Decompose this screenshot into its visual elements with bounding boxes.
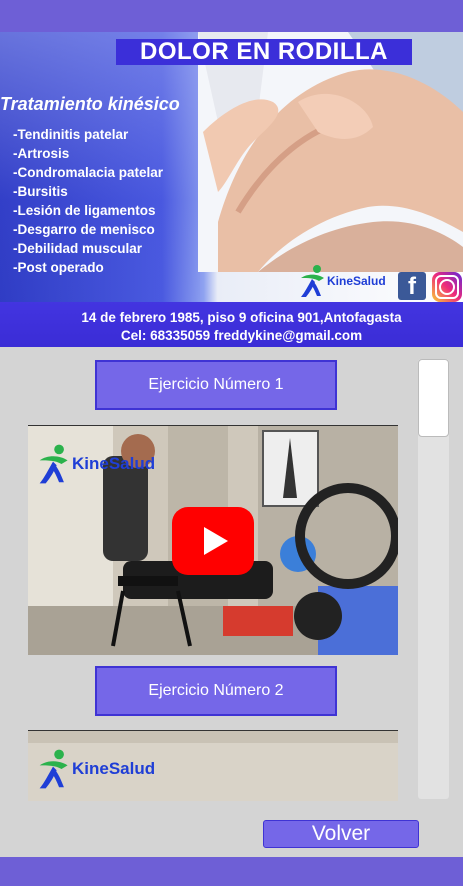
exercise-1-video[interactable]: KineSalud <box>28 425 398 655</box>
scrollbar-thumb[interactable] <box>418 359 449 437</box>
exercise-list[interactable]: Ejercicio Número 1 KineSalud Ejercicio N… <box>0 347 463 857</box>
top-bar <box>0 0 463 32</box>
facebook-icon[interactable]: f <box>398 272 426 300</box>
instagram-icon[interactable] <box>432 272 462 302</box>
exercise-2-button[interactable]: Ejercicio Número 2 <box>95 666 337 716</box>
play-button-icon[interactable] <box>172 507 254 575</box>
page-title: DOLOR EN RODILLA <box>116 39 412 65</box>
runner-logo-icon <box>301 265 324 297</box>
contact-text: Cel: 68335059 freddykine@gmail.com <box>120 328 363 343</box>
condition-item: -Bursitis <box>13 184 68 199</box>
exercise-2-video[interactable]: KineSalud <box>28 730 398 801</box>
video-brand-logo: KineSalud <box>36 747 155 791</box>
conditions-list: -Tendinitis patelar -Artrosis -Condromal… <box>13 125 163 277</box>
promo-banner: DOLOR EN RODILLA Tratamiento kinésico -T… <box>0 32 463 347</box>
runner-logo-icon <box>39 444 68 484</box>
brand-logo: KineSalud <box>298 264 386 298</box>
scrollbar[interactable] <box>418 359 449 799</box>
instagram-lens <box>439 279 455 295</box>
address-text: 14 de febrero 1985, piso 9 oficina 901,A… <box>81 310 402 325</box>
back-button[interactable]: Volver <box>263 820 419 848</box>
condition-item: -Debilidad muscular <box>13 241 143 256</box>
condition-item: -Post operado <box>13 260 104 275</box>
brand-name: KineSalud <box>327 274 386 288</box>
condition-item: -Tendinitis patelar <box>13 127 129 142</box>
condition-item: -Condromalacia patelar <box>13 165 164 180</box>
runner-logo-icon <box>39 749 68 789</box>
condition-item: -Lesión de ligamentos <box>13 203 156 218</box>
condition-item: -Desgarro de menisco <box>13 222 155 237</box>
condition-item: -Artrosis <box>13 146 70 161</box>
banner-subtitle: Tratamiento kinésico <box>0 94 180 114</box>
bottom-bar <box>0 857 463 886</box>
video-brand-logo: KineSalud <box>36 442 155 486</box>
video-brand-name: KineSalud <box>72 454 156 473</box>
video-brand-name: KineSalud <box>72 759 156 778</box>
knee-photo <box>198 32 463 272</box>
exercise-1-button[interactable]: Ejercicio Número 1 <box>95 360 337 410</box>
